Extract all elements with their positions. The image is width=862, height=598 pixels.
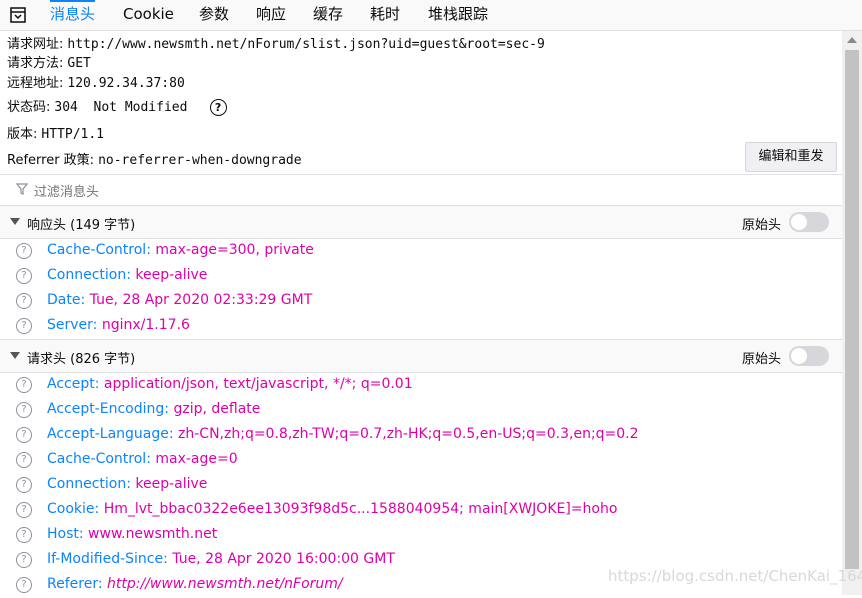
header-help-icon[interactable]: ?: [16, 377, 32, 393]
raw-headers-toggle[interactable]: [789, 346, 829, 366]
header-value: max-age=300, private: [155, 242, 314, 258]
collapse-arrow-icon[interactable]: [10, 352, 20, 359]
version-label: 版本:: [7, 127, 38, 142]
header-name: Cache-Control:: [47, 242, 151, 258]
referrer-row: Referrer 政策: no-referrer-when-downgrade: [7, 149, 302, 168]
request-url-row: 请求网址: http://www.newsmth.net/nForum/slist…: [7, 33, 545, 52]
header-name: Accept-Language:: [47, 426, 174, 442]
tab-params[interactable]: 参数: [199, 0, 229, 30]
tab-bar: 消息头 Cookie 参数 响应 缓存 耗时 堆栈跟踪: [0, 0, 862, 31]
header-name: Referer:: [47, 576, 103, 592]
watermark: https://blog.csdn.net/ChenKai_164: [608, 567, 862, 585]
request-url-label: 请求网址:: [7, 37, 64, 52]
request-header-row[interactable]: ? Cache-Control: max-age=0: [0, 448, 842, 473]
header-name: Accept-Encoding:: [47, 401, 170, 417]
filter-input[interactable]: 过滤消息头: [34, 181, 99, 200]
tab-response[interactable]: 响应: [256, 0, 286, 30]
scroll-up-arrow-icon[interactable]: [847, 37, 857, 43]
method-label: 请求方法:: [7, 56, 64, 71]
raw-headers-label: 原始头: [742, 352, 782, 367]
header-value: zh-CN,zh;q=0.8,zh-TW;q=0.7,zh-HK;q=0.5,e…: [178, 426, 639, 442]
referrer-value: no-referrer-when-downgrade: [98, 153, 302, 168]
request-url-value[interactable]: http://www.newsmth.net/nForum/slist.json…: [67, 37, 544, 52]
method-row: 请求方法: GET: [7, 52, 91, 71]
header-value: gzip, deflate: [173, 401, 261, 417]
method-value: GET: [67, 56, 91, 71]
header-value: max-age=0: [155, 451, 238, 467]
header-value: www.newsmth.net: [88, 526, 218, 542]
header-help-icon[interactable]: ?: [16, 452, 32, 468]
header-name: Cache-Control:: [47, 451, 151, 467]
header-name: Host:: [47, 526, 84, 542]
remote-value: 120.92.34.37:80: [67, 76, 185, 91]
tab-cache[interactable]: 缓存: [313, 0, 343, 30]
request-header-row[interactable]: ? Connection: keep-alive: [0, 473, 842, 498]
response-headers-title: 响应头 (149 字节): [27, 218, 136, 233]
request-summary: 请求网址: http://www.newsmth.net/nForum/slist…: [0, 31, 842, 173]
raw-headers-label: 原始头: [742, 218, 782, 233]
help-icon[interactable]: ?: [209, 99, 227, 116]
request-header-row[interactable]: ? Accept-Encoding: gzip, deflate: [0, 398, 842, 423]
request-headers-section[interactable]: 请求头 (826 字节) 原始头: [0, 339, 842, 373]
response-header-row[interactable]: ? Cache-Control: max-age=300, private: [0, 239, 842, 264]
header-name: Cookie:: [47, 501, 100, 517]
raw-headers-toggle[interactable]: [789, 212, 829, 232]
header-help-icon[interactable]: ?: [16, 502, 32, 518]
header-value: keep-alive: [135, 476, 208, 492]
toggle-knob: [791, 348, 807, 364]
filter-icon: [16, 183, 28, 195]
header-value: nginx/1.17.6: [101, 317, 190, 333]
vertical-scrollbar[interactable]: [842, 31, 862, 595]
header-value: Tue, 28 Apr 2020 02:33:29 GMT: [89, 292, 313, 308]
request-headers-title: 请求头 (826 字节): [27, 352, 136, 367]
tab-headers[interactable]: 消息头: [35, 0, 110, 30]
tab-stack-trace[interactable]: 堆栈跟踪: [428, 0, 488, 30]
tab-cookie[interactable]: Cookie: [123, 0, 174, 30]
tab-timings[interactable]: 耗时: [370, 0, 400, 30]
header-help-icon[interactable]: ?: [16, 552, 32, 568]
header-help-icon[interactable]: ?: [16, 293, 32, 309]
inspector-panel-icon[interactable]: [9, 6, 27, 24]
version-value: HTTP/1.1: [41, 127, 105, 142]
scrollbar-thumb[interactable]: [845, 50, 859, 569]
header-value-link[interactable]: http://www.newsmth.net/nForum/: [107, 576, 343, 592]
response-headers-section[interactable]: 响应头 (149 字节) 原始头: [0, 205, 842, 239]
header-help-icon[interactable]: ?: [16, 243, 32, 259]
toggle-knob: [791, 214, 807, 230]
response-header-row[interactable]: ? Server: nginx/1.17.6: [0, 314, 842, 339]
header-name: Accept:: [47, 376, 100, 392]
header-help-icon[interactable]: ?: [16, 477, 32, 493]
status-value: 304 Not Modified: [54, 100, 188, 115]
response-header-row[interactable]: ? Date: Tue, 28 Apr 2020 02:33:29 GMT: [0, 289, 842, 314]
header-name: If-Modified-Since:: [47, 551, 168, 567]
header-value: Tue, 28 Apr 2020 16:00:00 GMT: [172, 551, 395, 567]
header-name: Connection:: [47, 476, 131, 492]
header-filter[interactable]: 过滤消息头: [0, 174, 842, 206]
header-help-icon[interactable]: ?: [16, 318, 32, 334]
collapse-arrow-icon[interactable]: [10, 218, 20, 225]
referrer-label: Referrer 政策:: [7, 153, 95, 168]
version-row: 版本: HTTP/1.1: [7, 123, 104, 142]
request-header-row[interactable]: ? Accept-Language: zh-CN,zh;q=0.8,zh-TW;…: [0, 423, 842, 448]
header-help-icon[interactable]: ?: [16, 527, 32, 543]
header-help-icon[interactable]: ?: [16, 427, 32, 443]
header-name: Server:: [47, 317, 98, 333]
request-header-row[interactable]: ? Accept: application/json, text/javascr…: [0, 373, 842, 398]
header-name: Date:: [47, 292, 86, 308]
header-value: keep-alive: [135, 267, 208, 283]
request-header-row[interactable]: ? Cookie: Hm_lvt_bbac0322e6ee13093f98d5c…: [0, 498, 842, 523]
status-label: 状态码:: [7, 100, 51, 115]
status-row: 状态码: 304 Not Modified ?: [7, 96, 227, 116]
remote-row: 远程地址: 120.92.34.37:80: [7, 72, 185, 91]
header-help-icon[interactable]: ?: [16, 268, 32, 284]
header-value: application/json, text/javascript, */*; …: [103, 376, 413, 392]
request-header-row[interactable]: ? Host: www.newsmth.net: [0, 523, 842, 548]
remote-label: 远程地址:: [7, 76, 64, 91]
header-help-icon[interactable]: ?: [16, 577, 32, 593]
edit-resend-button[interactable]: 编辑和重发: [745, 142, 837, 172]
header-name: Connection:: [47, 267, 131, 283]
header-value: Hm_lvt_bbac0322e6ee13093f98d5c...1588040…: [103, 501, 618, 517]
header-help-icon[interactable]: ?: [16, 402, 32, 418]
response-header-row[interactable]: ? Connection: keep-alive: [0, 264, 842, 289]
